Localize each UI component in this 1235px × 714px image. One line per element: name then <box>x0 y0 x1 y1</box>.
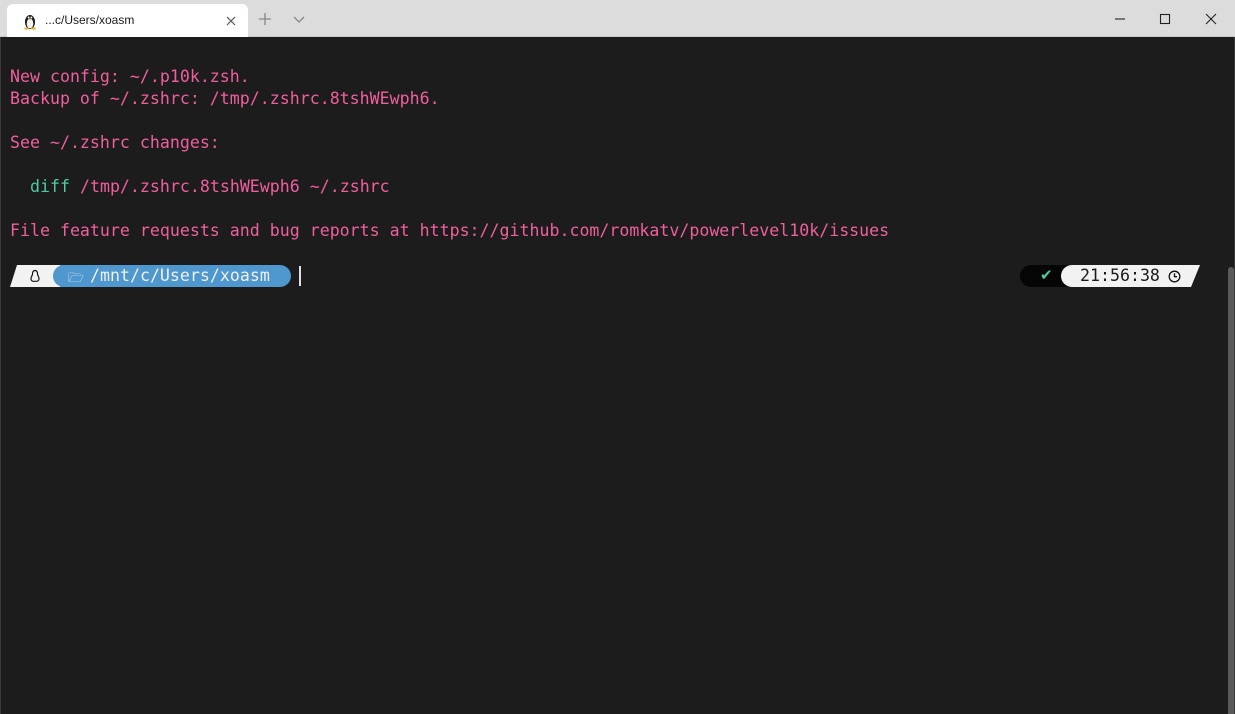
checkmark-icon: ✔ <box>1040 266 1053 284</box>
output-line-see-changes: See ~/.zshrc changes: <box>10 133 220 152</box>
output-line-file-requests: File feature requests and bug reports at… <box>10 221 890 240</box>
prompt-directory: /mnt/c/Users/xoasm <box>90 266 270 285</box>
minimize-icon[interactable] <box>1097 0 1143 37</box>
linux-icon <box>30 269 40 282</box>
terminal-tab[interactable]: ...c/Users/xoasm <box>7 4 248 37</box>
folder-open-icon: 🗁 <box>68 271 85 286</box>
tab-title: ...c/Users/xoasm <box>45 13 135 27</box>
output-line-backup: Backup of ~/.zshrc: /tmp/.zshrc.8tshWEwp… <box>10 89 440 108</box>
prompt-time: 21:56:38 <box>1080 266 1160 285</box>
maximize-icon[interactable] <box>1142 0 1188 37</box>
new-tab-plus-icon[interactable] <box>254 8 276 30</box>
output-line-new-config: New config: ~/.p10k.zsh. <box>10 67 250 86</box>
diff-args: /tmp/.zshrc.8tshWEwph6 ~/.zshrc <box>79 177 390 196</box>
terminal-output[interactable]: New config: ~/.p10k.zsh. Backup of ~/.zs… <box>0 37 1235 714</box>
clock-icon <box>1168 270 1181 283</box>
linux-penguin-icon <box>21 12 39 30</box>
prompt-dir-segment: 🗁 /mnt/c/Users/xoasm <box>60 265 291 287</box>
tab-dropdown-chevron-down-icon[interactable] <box>288 8 310 30</box>
vertical-scrollbar[interactable] <box>1228 267 1234 714</box>
tab-close-icon[interactable] <box>222 12 240 30</box>
output-line-diff: diff /tmp/.zshrc.8tshWEwph6 ~/.zshrc <box>30 176 390 198</box>
prompt-time-segment: 21:56:38 <box>1061 265 1200 287</box>
text-cursor <box>299 266 301 286</box>
diff-command: diff <box>30 177 70 196</box>
window-close-icon[interactable] <box>1188 0 1234 37</box>
title-bar: ...c/Users/xoasm <box>0 0 1235 37</box>
